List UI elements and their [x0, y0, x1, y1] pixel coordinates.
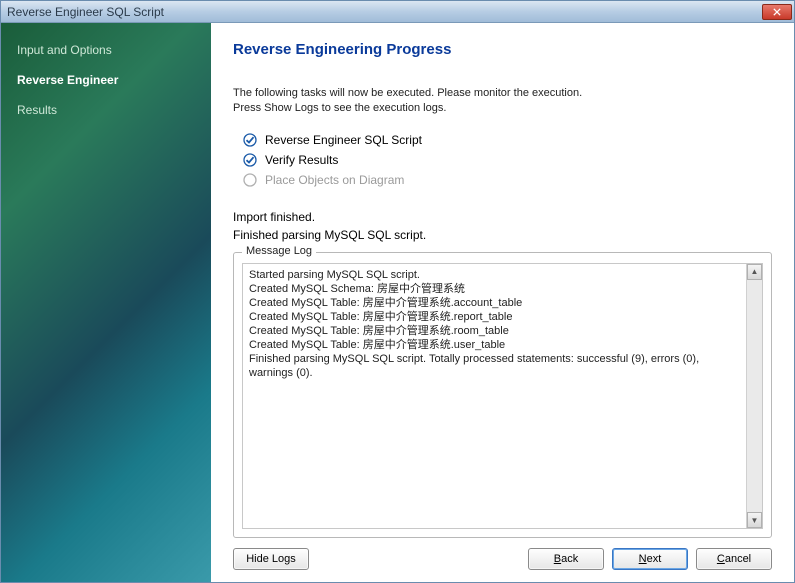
task-item: Verify Results: [243, 150, 772, 170]
status-text: Import finished. Finished parsing MySQL …: [233, 208, 772, 244]
circle-icon: [243, 173, 257, 187]
cancel-button[interactable]: Cancel: [696, 548, 772, 570]
sidebar-item-results[interactable]: Results: [17, 97, 195, 127]
checkmark-icon: [243, 153, 257, 167]
close-icon: [773, 8, 781, 16]
status-line: Finished parsing MySQL SQL script.: [233, 226, 772, 244]
task-label: Reverse Engineer SQL Script: [265, 133, 422, 147]
wizard-sidebar: Input and Options Reverse Engineer Resul…: [1, 23, 211, 582]
next-button[interactable]: Next: [612, 548, 688, 570]
status-line: Import finished.: [233, 208, 772, 226]
task-item: Place Objects on Diagram: [243, 170, 772, 190]
task-list: Reverse Engineer SQL Script Verify Resul…: [243, 130, 772, 190]
page-title: Reverse Engineering Progress: [233, 41, 772, 58]
dialog-body: Input and Options Reverse Engineer Resul…: [1, 23, 794, 582]
close-button[interactable]: [762, 4, 792, 20]
sidebar-item-input-options[interactable]: Input and Options: [17, 37, 195, 67]
main-panel: Reverse Engineering Progress The followi…: [211, 23, 794, 582]
hide-logs-button[interactable]: Hide Logs: [233, 548, 309, 570]
window-title: Reverse Engineer SQL Script: [7, 5, 762, 19]
sidebar-item-reverse-engineer[interactable]: Reverse Engineer: [17, 67, 195, 97]
task-item: Reverse Engineer SQL Script: [243, 130, 772, 150]
scroll-up-button[interactable]: ▲: [747, 264, 762, 280]
intro-text: The following tasks will now be executed…: [233, 86, 772, 116]
task-label: Place Objects on Diagram: [265, 173, 404, 187]
checkmark-icon: [243, 133, 257, 147]
button-row: Hide Logs Back Next Cancel: [233, 538, 772, 570]
scroll-track[interactable]: [747, 280, 762, 512]
scroll-down-button[interactable]: ▼: [747, 512, 762, 528]
message-log-group: Message Log Started parsing MySQL SQL sc…: [233, 252, 772, 538]
intro-line: The following tasks will now be executed…: [233, 86, 772, 101]
scrollbar[interactable]: ▲ ▼: [746, 264, 762, 528]
back-button[interactable]: Back: [528, 548, 604, 570]
dialog-window: Reverse Engineer SQL Script Input and Op…: [0, 0, 795, 583]
group-label: Message Log: [242, 245, 316, 257]
titlebar[interactable]: Reverse Engineer SQL Script: [1, 1, 794, 23]
log-textarea[interactable]: Started parsing MySQL SQL script. Create…: [242, 263, 763, 529]
log-content: Started parsing MySQL SQL script. Create…: [243, 264, 746, 528]
intro-line: Press Show Logs to see the execution log…: [233, 101, 772, 116]
task-label: Verify Results: [265, 153, 338, 167]
